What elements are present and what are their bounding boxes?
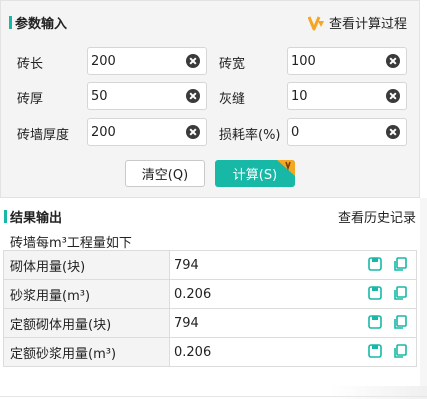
result-section-title-text: 结果输出 bbox=[10, 211, 63, 226]
calculate-button-label: 计算(S) bbox=[232, 168, 278, 183]
clear-icon[interactable] bbox=[186, 125, 200, 139]
brick-thickness-field[interactable] bbox=[87, 82, 207, 110]
input-panel: 参数输入 查看计算过程 砖长 砖宽 砖厚 灰缝 bbox=[0, 0, 420, 198]
result-label: 定额砂浆用量(m³) bbox=[3, 337, 170, 367]
clear-icon[interactable] bbox=[386, 54, 400, 68]
vip-badge-icon bbox=[277, 160, 295, 176]
clear-icon[interactable] bbox=[386, 89, 400, 103]
mortar-joint-input[interactable] bbox=[288, 83, 380, 109]
result-value-cell: 794 bbox=[169, 308, 417, 338]
save-icon[interactable] bbox=[368, 286, 382, 304]
save-icon[interactable] bbox=[368, 315, 382, 333]
clear-icon[interactable] bbox=[386, 125, 400, 139]
copy-icon[interactable] bbox=[393, 257, 407, 275]
mortar-joint-field[interactable] bbox=[287, 82, 407, 110]
save-icon[interactable] bbox=[368, 344, 382, 362]
result-table: 砌体用量(块) 794 砂浆用量(m³) 0.206 定额砌体用量(块) 794… bbox=[3, 250, 417, 367]
save-icon[interactable] bbox=[368, 257, 382, 275]
result-section-title: 结果输出 bbox=[4, 207, 62, 226]
brick-thickness-input[interactable] bbox=[88, 83, 180, 109]
copy-icon[interactable] bbox=[393, 315, 407, 333]
result-value-cell: 0.206 bbox=[169, 337, 417, 367]
brick-length-label: 砖长 bbox=[17, 57, 44, 72]
vip-icon bbox=[307, 15, 324, 30]
bottom-shade bbox=[330, 386, 427, 399]
clear-button[interactable]: 清空(Q) bbox=[125, 160, 205, 187]
table-row: 定额砌体用量(块) 794 bbox=[3, 308, 417, 338]
loss-rate-label: 损耗率(%) bbox=[219, 128, 281, 143]
result-value: 0.206 bbox=[174, 286, 212, 302]
result-label: 砌体用量(块) bbox=[3, 250, 170, 280]
calculator-window: { "input_section": { "title": "参数输入", "v… bbox=[0, 0, 427, 399]
input-section-title-text: 参数输入 bbox=[15, 17, 68, 32]
brick-thickness-label: 砖厚 bbox=[17, 92, 44, 107]
clear-icon[interactable] bbox=[186, 89, 200, 103]
window-edge bbox=[420, 198, 427, 399]
result-value: 0.206 bbox=[174, 344, 212, 360]
table-row: 定额砂浆用量(m³) 0.206 bbox=[3, 337, 417, 367]
result-value: 794 bbox=[174, 315, 199, 331]
view-calc-process-link[interactable]: 查看计算过程 bbox=[307, 13, 407, 32]
accent-bar bbox=[4, 210, 7, 223]
mortar-joint-label: 灰缝 bbox=[219, 92, 246, 107]
copy-icon[interactable] bbox=[393, 344, 407, 362]
result-label: 砂浆用量(m³) bbox=[3, 279, 170, 309]
result-value: 794 bbox=[174, 257, 199, 273]
brick-length-field[interactable] bbox=[87, 47, 207, 75]
result-label: 定额砌体用量(块) bbox=[3, 308, 170, 338]
result-value-cell: 794 bbox=[169, 250, 417, 280]
clear-icon[interactable] bbox=[186, 54, 200, 68]
brick-width-input[interactable] bbox=[288, 48, 380, 74]
brick-length-input[interactable] bbox=[88, 48, 180, 74]
bottom-border bbox=[0, 396, 427, 397]
result-caption: 砖墙每m³工程量如下 bbox=[10, 236, 132, 251]
brick-width-label: 砖宽 bbox=[219, 57, 246, 72]
brick-width-field[interactable] bbox=[287, 47, 407, 75]
loss-rate-field[interactable] bbox=[287, 118, 407, 146]
wall-thickness-input[interactable] bbox=[88, 119, 180, 145]
calculate-button[interactable]: 计算(S) bbox=[215, 160, 295, 187]
input-section-title: 参数输入 bbox=[9, 13, 67, 32]
accent-bar bbox=[9, 16, 12, 29]
wall-thickness-label: 砖墙厚度 bbox=[17, 128, 70, 143]
copy-icon[interactable] bbox=[393, 286, 407, 304]
loss-rate-input[interactable] bbox=[288, 119, 380, 145]
result-value-cell: 0.206 bbox=[169, 279, 417, 309]
view-calc-process-label[interactable]: 查看计算过程 bbox=[329, 13, 407, 32]
view-history-link[interactable]: 查看历史记录 bbox=[338, 207, 416, 226]
table-row: 砂浆用量(m³) 0.206 bbox=[3, 279, 417, 309]
wall-thickness-field[interactable] bbox=[87, 118, 207, 146]
table-row: 砌体用量(块) 794 bbox=[3, 250, 417, 280]
